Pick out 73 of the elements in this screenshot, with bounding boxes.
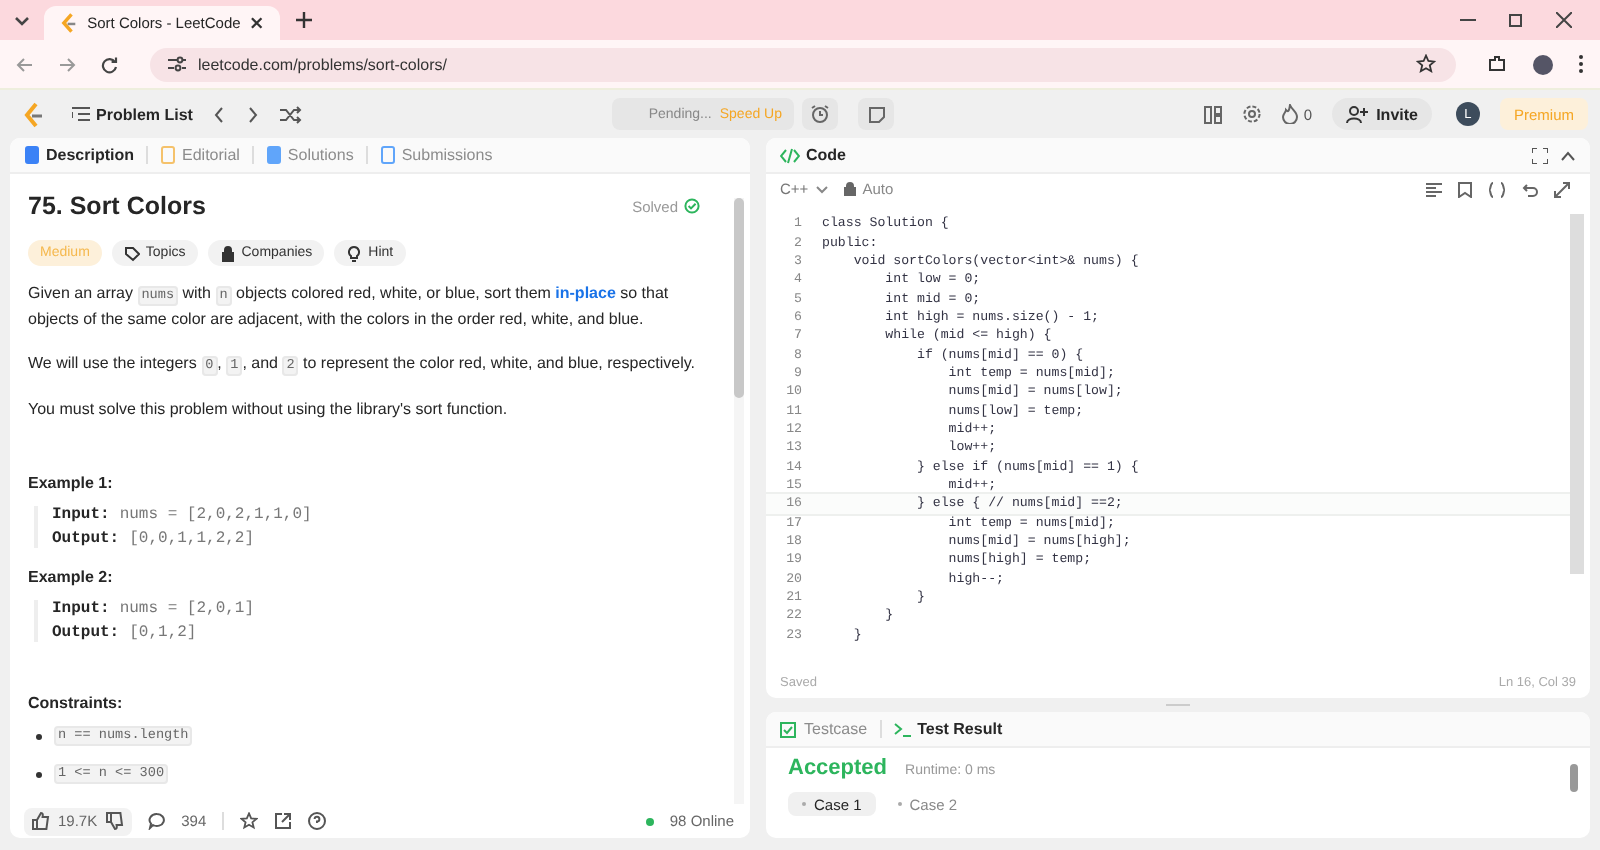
alarm-clock-icon xyxy=(810,104,831,124)
shuffle-icon[interactable] xyxy=(280,105,303,123)
code-icon xyxy=(780,147,800,163)
comment-icon[interactable] xyxy=(147,812,166,830)
verdict-text: Accepted xyxy=(788,756,888,780)
chevron-down-icon xyxy=(816,185,829,193)
checkbox-icon xyxy=(780,721,798,737)
document-icon xyxy=(24,146,40,164)
flame-icon[interactable] xyxy=(1281,104,1298,124)
star-icon[interactable] xyxy=(240,812,259,830)
scrollbar[interactable] xyxy=(734,198,744,804)
reload-icon[interactable] xyxy=(100,55,118,73)
leetcode-logo-icon xyxy=(60,12,78,34)
description-paragraph: You must solve this problem without using the library's sort function. xyxy=(28,398,510,422)
example-heading: Example 2: xyxy=(28,568,115,586)
constraints-heading: Constraints: xyxy=(28,694,125,712)
panel-tab[interactable]: Description xyxy=(24,138,135,172)
settings-icon[interactable] xyxy=(1241,104,1262,124)
extensions-icon[interactable] xyxy=(1488,54,1508,74)
braces-icon[interactable] xyxy=(1488,181,1506,197)
menu-icon[interactable] xyxy=(1578,54,1584,74)
online-dot-icon xyxy=(645,817,654,825)
notes-button[interactable] xyxy=(858,98,895,130)
invite-button[interactable]: Invite xyxy=(1332,98,1432,130)
output-value: [0,0,1,1,2,2] xyxy=(129,530,255,548)
code-panel-title: Code xyxy=(806,146,846,164)
input-label: Input: xyxy=(52,600,110,618)
collapse-icon[interactable] xyxy=(1560,149,1576,161)
tag-icon xyxy=(123,245,140,261)
input-label: Input: xyxy=(52,506,110,524)
list-icon xyxy=(72,106,90,122)
lock-icon xyxy=(219,245,236,261)
close-icon[interactable] xyxy=(250,16,264,30)
note-icon xyxy=(867,105,886,123)
help-icon[interactable] xyxy=(308,812,327,830)
layout-icon[interactable] xyxy=(1203,105,1222,123)
expand-icon[interactable] xyxy=(1554,181,1570,197)
next-icon[interactable] xyxy=(246,105,261,123)
back-icon[interactable] xyxy=(16,55,34,73)
leetcode-logo-icon[interactable] xyxy=(22,101,44,127)
site-settings-icon[interactable] xyxy=(168,56,186,72)
problem-title: 75. Sort Colors xyxy=(28,192,208,220)
problem-list-button[interactable]: Problem List xyxy=(72,105,193,123)
previous-icon[interactable] xyxy=(212,105,227,123)
lock-icon xyxy=(844,182,857,196)
thumbs-down-icon[interactable] xyxy=(105,812,124,830)
new-tab-icon[interactable] xyxy=(296,12,312,28)
bookmark-star-icon[interactable] xyxy=(1416,54,1436,74)
terminal-icon xyxy=(893,721,912,737)
forward-icon[interactable] xyxy=(58,55,76,73)
bookmark-icon[interactable] xyxy=(1458,181,1472,197)
output-value: [0,1,2] xyxy=(129,624,197,642)
format-icon[interactable] xyxy=(1426,181,1442,197)
panel-tab[interactable]: Test Result xyxy=(893,712,1003,746)
in-place-link[interactable]: in-place xyxy=(555,284,616,302)
example-heading: Example 1: xyxy=(28,474,115,492)
undo-icon[interactable] xyxy=(1522,181,1538,197)
thumbs-up-icon[interactable] xyxy=(32,812,50,830)
add-person-icon xyxy=(1346,105,1369,123)
restore-icon[interactable] xyxy=(1508,12,1524,28)
address-bar[interactable]: leetcode.com/problems/sort-colors/ xyxy=(150,47,1456,81)
close-window-icon[interactable] xyxy=(1556,12,1572,28)
timer-button[interactable] xyxy=(802,98,839,130)
profile-icon[interactable] xyxy=(1532,53,1554,75)
input-value: nums = [2,0,1] xyxy=(119,600,255,618)
url-text: leetcode.com/problems/sort-colors/ xyxy=(198,55,447,73)
output-label: Output: xyxy=(52,624,120,642)
check-circle-icon xyxy=(684,198,700,214)
input-value: nums = [2,0,2,1,1,0] xyxy=(119,506,312,524)
share-icon[interactable] xyxy=(274,812,293,830)
output-label: Output: xyxy=(52,530,120,548)
lightbulb-icon xyxy=(346,245,363,261)
fullscreen-icon[interactable] xyxy=(1532,147,1548,163)
